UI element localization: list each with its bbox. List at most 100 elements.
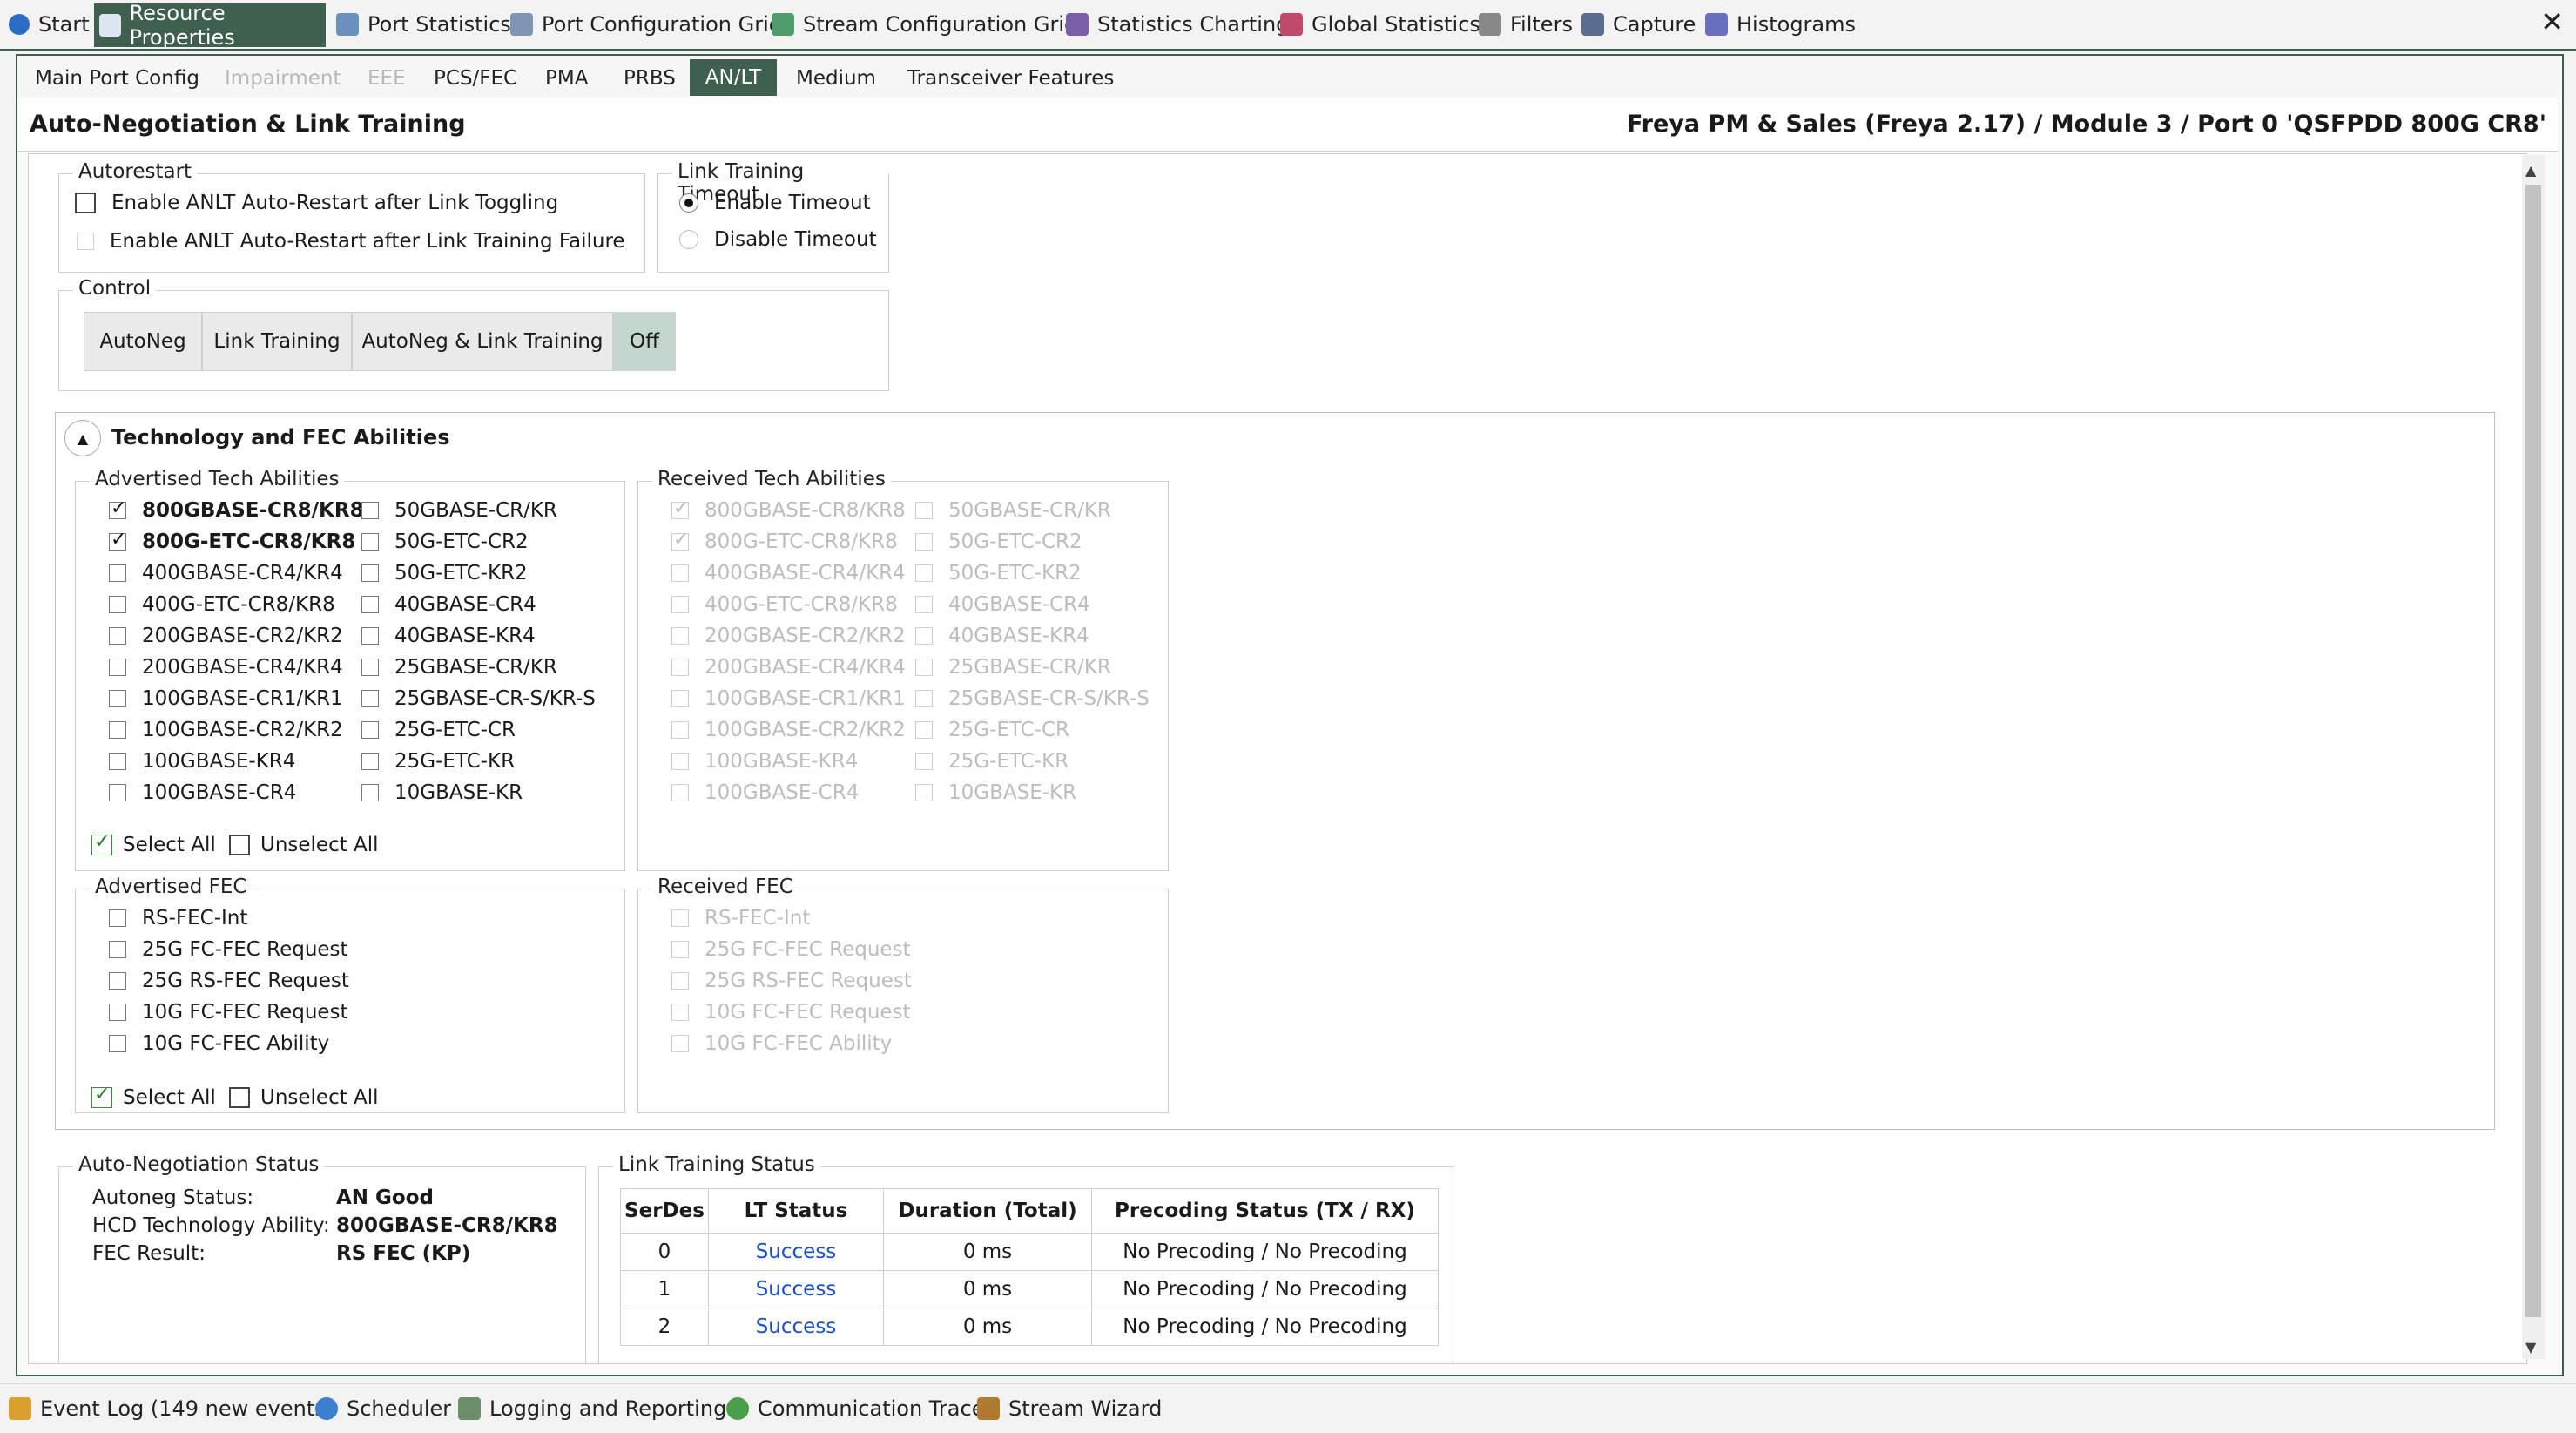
checkbox[interactable]	[109, 972, 126, 990]
tab-statistics-charting[interactable]: Statistics Charting	[1061, 5, 1289, 44]
checkbox[interactable]	[361, 533, 379, 551]
checkbox[interactable]	[361, 753, 379, 770]
tech-ability-item[interactable]: 50G-ETC-CR2	[361, 531, 529, 553]
autorestart-failure-option[interactable]: Enable ANLT Auto-Restart after Link Trai…	[77, 230, 625, 253]
autoneg-button[interactable]: AutoNeg	[84, 312, 202, 371]
subtab-medium[interactable]: Medium	[796, 61, 876, 96]
radio-off[interactable]	[679, 230, 698, 249]
checkbox[interactable]	[361, 659, 379, 676]
scroll-down-icon[interactable]: ▼	[2525, 1339, 2536, 1355]
scroll-up-icon[interactable]: ▲	[2525, 162, 2536, 179]
fec-item[interactable]: 10G FC-FEC Request	[109, 1001, 348, 1024]
column-header[interactable]: SerDes	[620, 1188, 709, 1234]
checkbox[interactable]	[109, 753, 126, 770]
checkbox[interactable]	[109, 564, 126, 582]
collapse-icon[interactable]: ▲	[64, 420, 101, 456]
tech-ability-item[interactable]: 100GBASE-CR1/KR1	[109, 687, 343, 710]
checkbox[interactable]	[361, 721, 379, 739]
scroll-thumb[interactable]	[2525, 185, 2541, 1317]
fec-item[interactable]: 25G FC-FEC Request	[109, 938, 348, 961]
checkbox[interactable]	[109, 941, 126, 958]
tech-ability-item[interactable]: 100GBASE-KR4	[109, 750, 295, 773]
link-training-button[interactable]: Link Training	[202, 312, 352, 371]
subtab-pcs-fec[interactable]: PCS/FEC	[434, 61, 517, 96]
tech-ability-item[interactable]: 50G-ETC-KR2	[361, 562, 528, 585]
tab-resource-properties[interactable]: Resource Properties	[94, 1, 326, 50]
tab-port-statistics[interactable]: Port Statistics	[331, 5, 511, 44]
subtab-main-port-config[interactable]: Main Port Config	[35, 61, 199, 96]
unselect-all-fec[interactable]: Unselect All	[229, 1086, 379, 1109]
checkbox[interactable]	[109, 596, 126, 613]
tech-ability-item[interactable]: 40GBASE-CR4	[361, 593, 536, 616]
column-header[interactable]: Precoding Status (TX / RX)	[1091, 1188, 1439, 1234]
checkbox[interactable]	[75, 193, 96, 213]
checkbox[interactable]	[91, 1084, 112, 1108]
off-button[interactable]: Off	[613, 312, 676, 371]
vertical-scrollbar[interactable]: ▲ ▼	[2522, 155, 2545, 1359]
checkbox[interactable]	[109, 721, 126, 739]
table-row[interactable]: 2 Success 0 ms No Precoding / No Precodi…	[620, 1308, 1439, 1346]
close-icon[interactable]: ✕	[2540, 5, 2564, 38]
tech-ability-item[interactable]: 400G-ETC-CR8/KR8	[109, 593, 335, 616]
tab-start[interactable]: Start	[3, 5, 90, 44]
subtab-pma[interactable]: PMA	[545, 61, 588, 96]
fec-item[interactable]: 25G RS-FEC Request	[109, 970, 349, 992]
checkbox[interactable]	[109, 627, 126, 645]
subtab-an-lt[interactable]: AN/LT	[690, 59, 777, 96]
checkbox[interactable]	[361, 564, 379, 582]
column-header[interactable]: LT Status	[708, 1188, 884, 1234]
table-row[interactable]: 0 Success 0 ms No Precoding / No Precodi…	[620, 1233, 1439, 1271]
subtab-transceiver-features[interactable]: Transceiver Features	[907, 61, 1114, 96]
checkbox[interactable]	[109, 690, 126, 707]
tab-stream-wizard[interactable]: Stream Wizard	[977, 1391, 1162, 1426]
tab-event-log[interactable]: Event Log (149 new events)	[9, 1391, 334, 1426]
tab-capture[interactable]: Capture	[1576, 5, 1696, 44]
autorestart-toggling-option[interactable]: Enable ANLT Auto-Restart after Link Togg…	[75, 192, 558, 214]
tech-ability-item[interactable]: 25GBASE-CR/KR	[361, 656, 557, 679]
tab-histograms[interactable]: Histograms	[1700, 5, 1856, 44]
tab-communication-trace[interactable]: Communication Trace	[726, 1391, 984, 1426]
checkbox[interactable]	[109, 1004, 126, 1021]
tab-stream-configuration-grid[interactable]: Stream Configuration Grid	[766, 5, 1077, 44]
subtab-prbs[interactable]: PRBS	[624, 61, 676, 96]
checkbox[interactable]	[77, 233, 94, 250]
checkbox[interactable]	[229, 1087, 250, 1108]
tech-ability-item[interactable]: 50GBASE-CR/KR	[361, 499, 557, 522]
radio-on[interactable]	[679, 193, 698, 213]
checkbox[interactable]	[361, 690, 379, 707]
fec-item[interactable]: RS-FEC-Int	[109, 907, 247, 929]
select-all-fec[interactable]: Select All	[91, 1084, 216, 1109]
checkbox[interactable]	[229, 835, 250, 855]
select-all-tech[interactable]: Select All	[91, 831, 216, 856]
tech-ability-item[interactable]: 200GBASE-CR2/KR2	[109, 625, 343, 647]
tab-port-configuration-grid[interactable]: Port Configuration Grid	[505, 5, 782, 44]
tech-ability-item[interactable]: 10GBASE-KR	[361, 781, 523, 804]
tech-ability-item[interactable]: 40GBASE-KR4	[361, 625, 536, 647]
checkbox[interactable]	[109, 784, 126, 801]
tech-ability-item[interactable]: 25G-ETC-CR	[361, 719, 516, 741]
tab-scheduler[interactable]: Scheduler	[315, 1391, 451, 1426]
checkbox[interactable]	[361, 596, 379, 613]
tab-logging-reporting[interactable]: Logging and Reporting	[458, 1391, 726, 1426]
checkbox[interactable]	[109, 497, 126, 519]
autoneg-link-training-button[interactable]: AutoNeg & Link Training	[352, 312, 613, 371]
checkbox[interactable]	[361, 627, 379, 645]
tech-ability-item[interactable]: 400GBASE-CR4/KR4	[109, 562, 343, 585]
column-header[interactable]: Duration (Total)	[883, 1188, 1092, 1234]
checkbox[interactable]	[361, 502, 379, 519]
tech-ability-item[interactable]: 100GBASE-CR4	[109, 781, 296, 804]
checkbox[interactable]	[91, 831, 112, 855]
table-row[interactable]: 1 Success 0 ms No Precoding / No Precodi…	[620, 1270, 1439, 1308]
tech-ability-item[interactable]: 800G-ETC-CR8/KR8	[109, 529, 355, 553]
tech-ability-item[interactable]: 200GBASE-CR4/KR4	[109, 656, 343, 679]
disable-timeout-radio[interactable]: Disable Timeout	[679, 228, 877, 251]
checkbox[interactable]	[109, 529, 126, 551]
enable-timeout-radio[interactable]: Enable Timeout	[679, 192, 871, 214]
tech-ability-item[interactable]: 25G-ETC-KR	[361, 750, 515, 773]
checkbox[interactable]	[109, 659, 126, 676]
fec-item[interactable]: 10G FC-FEC Ability	[109, 1032, 329, 1055]
tech-ability-item[interactable]: 25GBASE-CR-S/KR-S	[361, 687, 596, 710]
tech-ability-item[interactable]: 100GBASE-CR2/KR2	[109, 719, 343, 741]
tab-global-statistics[interactable]: Global Statistics	[1275, 5, 1480, 44]
unselect-all-tech[interactable]: Unselect All	[229, 834, 379, 856]
